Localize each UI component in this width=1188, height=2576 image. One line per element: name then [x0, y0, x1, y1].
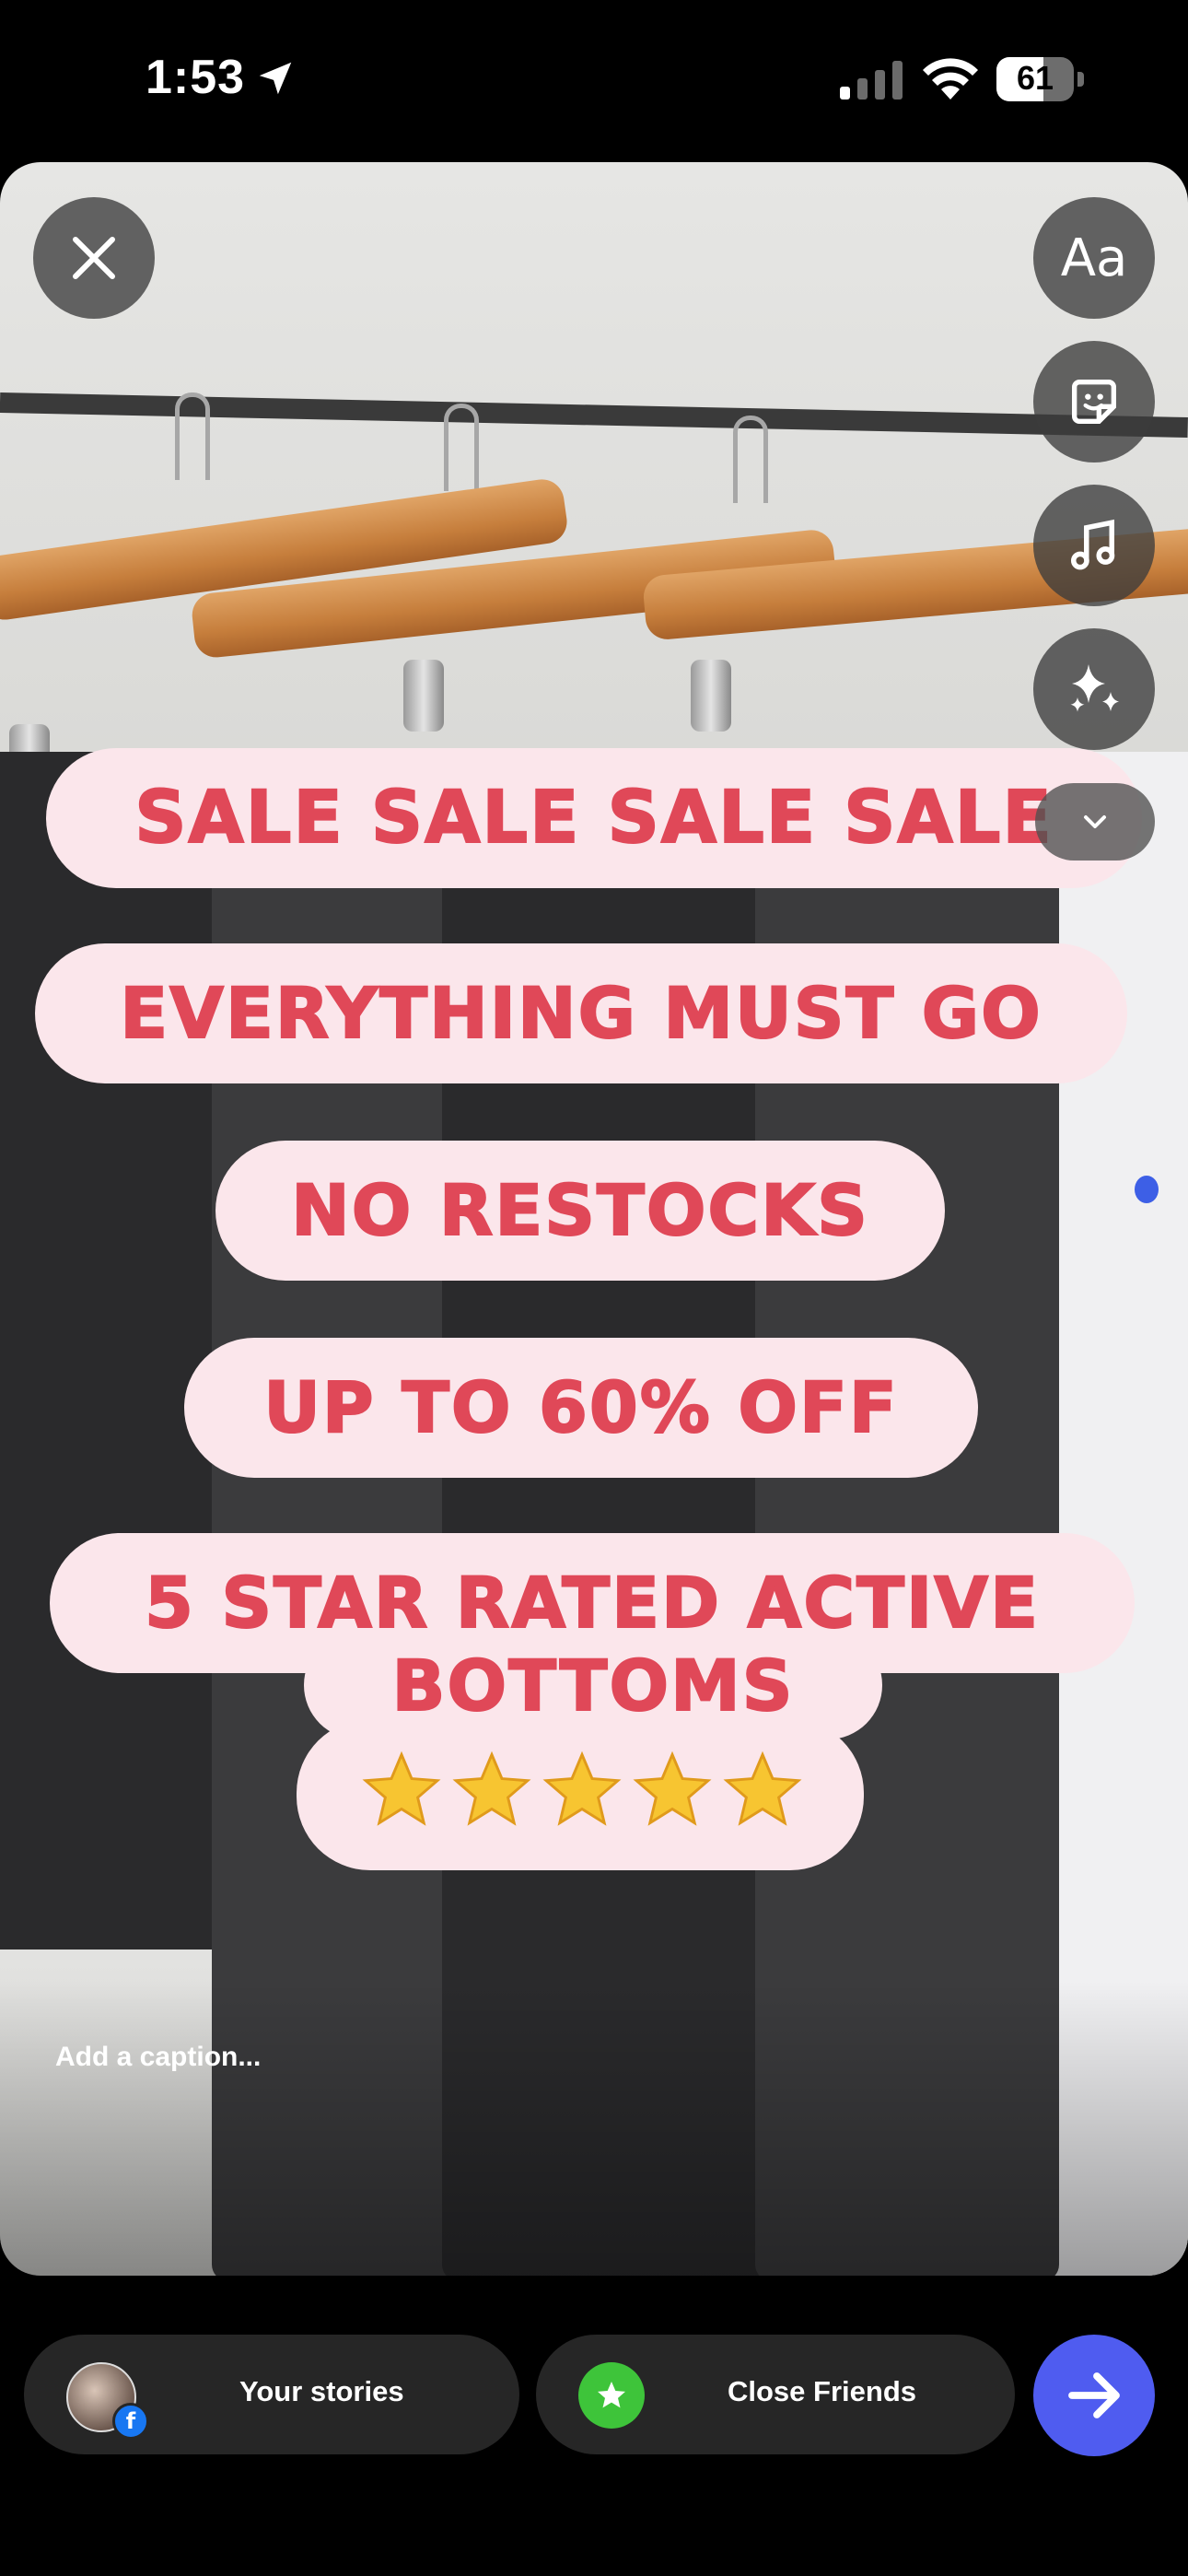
music-note-icon — [1070, 519, 1115, 570]
star-icon — [362, 1751, 441, 1826]
facebook-icon: f — [112, 2403, 149, 2440]
close-friends-button[interactable]: Close Friends — [536, 2335, 1015, 2454]
sticker-everything-must-go[interactable]: EVERYTHING MUST GO — [35, 943, 1127, 1083]
more-tools-button[interactable] — [1035, 783, 1155, 861]
wifi-icon — [923, 58, 978, 100]
text-tool-label: Aa — [1060, 228, 1128, 288]
close-friends-label: Close Friends — [728, 2375, 916, 2407]
blue-dot — [1135, 1176, 1159, 1203]
battery-percent: 61 — [1016, 59, 1054, 97]
text-tool-button[interactable]: Aa — [1033, 197, 1155, 319]
black-shorts — [0, 752, 239, 1950]
hanger-clip — [403, 660, 444, 732]
star-icon — [633, 1751, 712, 1826]
five-star-rating — [361, 1750, 803, 1842]
caption-input[interactable]: Add a caption... — [55, 2042, 261, 2073]
hanger-hook — [444, 404, 479, 491]
hanger-clip — [691, 660, 731, 732]
battery-icon: 61 — [996, 57, 1085, 101]
effects-tool-button[interactable] — [1033, 628, 1155, 750]
hanger-hook — [733, 416, 768, 503]
sticker-icon — [1072, 380, 1116, 424]
canvas-gradient — [0, 1981, 1188, 2276]
sticker-tool-button[interactable] — [1033, 341, 1155, 463]
arrow-right-icon — [1068, 2372, 1120, 2418]
sparkles-icon — [1070, 664, 1119, 712]
star-icon — [452, 1751, 531, 1826]
status-bar: 1:53 61 — [0, 0, 1188, 162]
hanger-hook — [175, 392, 210, 480]
location-arrow-icon — [259, 62, 292, 95]
your-stories-label: Your stories — [239, 2375, 404, 2407]
sticker-up-to-60-off[interactable]: UP TO 60% OFF — [184, 1338, 978, 1478]
chevron-down-icon — [1084, 815, 1106, 828]
send-button[interactable] — [1033, 2335, 1155, 2456]
your-stories-button[interactable]: f Your stories — [24, 2335, 519, 2454]
sticker-no-restocks[interactable]: NO RESTOCKS — [215, 1141, 945, 1281]
cellular-signal-icon — [840, 61, 903, 100]
story-canvas[interactable]: SALE SALE SALE SALE EVERYTHING MUST GO N… — [0, 162, 1188, 2276]
close-icon — [73, 237, 115, 279]
star-icon — [542, 1751, 622, 1826]
close-friends-star-icon — [578, 2362, 645, 2429]
music-tool-button[interactable] — [1033, 485, 1155, 606]
star-icon — [723, 1751, 802, 1826]
close-button[interactable] — [33, 197, 155, 319]
sticker-sale[interactable]: SALE SALE SALE SALE — [46, 748, 1142, 888]
status-time: 1:53 — [146, 51, 246, 104]
